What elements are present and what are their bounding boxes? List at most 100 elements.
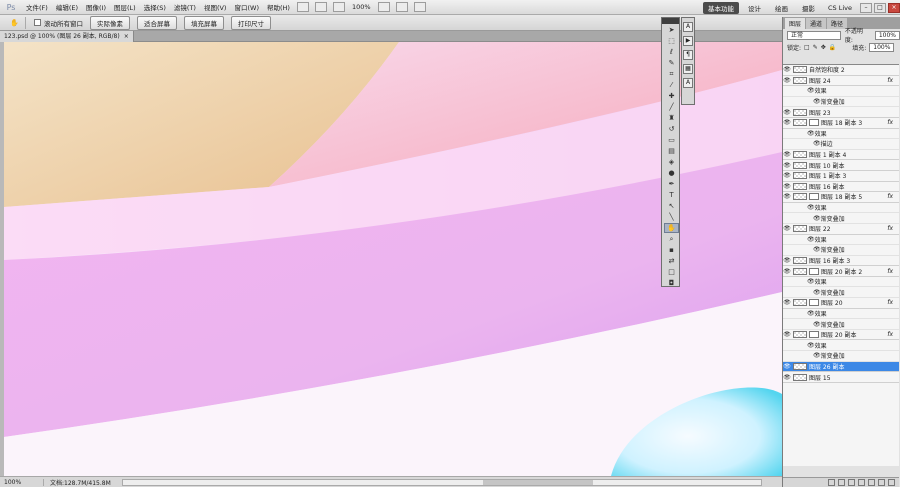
visibility-eye-icon[interactable]: 👁 [783, 256, 791, 264]
history-brush-icon[interactable]: ↺ [664, 124, 679, 134]
visibility-eye-icon[interactable]: 👁 [783, 161, 791, 169]
opacity-input[interactable]: 100% [874, 30, 900, 40]
new-layer-icon[interactable] [878, 479, 885, 486]
print-size-button[interactable]: 打印尺寸 [231, 15, 271, 30]
dodge-icon[interactable]: ● [664, 168, 679, 178]
effect-eye-icon[interactable]: 👁 [813, 98, 821, 105]
arrange-documents-icon[interactable] [395, 2, 408, 12]
healing-icon[interactable]: ✚ [664, 91, 679, 101]
visibility-eye-icon[interactable]: 👁 [783, 373, 791, 381]
paragraph-icon[interactable]: ¶ [683, 50, 693, 60]
menu-help[interactable]: 帮助(H) [263, 2, 294, 12]
shape-icon[interactable]: ╲ [664, 212, 679, 222]
zoom-level[interactable]: 100% [348, 3, 375, 11]
pen-icon[interactable]: ✒ [664, 179, 679, 189]
fx-icon[interactable]: fx [887, 225, 893, 232]
stamp-icon[interactable]: ♜ [664, 113, 679, 123]
lock-pixels-icon[interactable]: ✎ [813, 44, 818, 51]
horizontal-scrollbar[interactable] [122, 479, 762, 486]
tab-channels[interactable]: 通道 [806, 18, 827, 29]
effects-row[interactable]: 👁 效果 [783, 235, 899, 246]
layer-row[interactable]: 👁 图层 23 [783, 107, 899, 118]
layer-row[interactable]: 👁 自然饱和度 2 [783, 65, 899, 76]
fx-icon[interactable]: fx [887, 268, 893, 275]
lock-all-icon[interactable]: 🔒 [829, 44, 836, 51]
effect-eye-icon[interactable]: 👁 [807, 236, 815, 243]
visibility-eye-icon[interactable]: 👁 [783, 362, 791, 370]
effect-row[interactable]: 👁 渐变叠加 [783, 245, 899, 256]
menu-view[interactable]: 视图(V) [200, 2, 231, 12]
effects-row[interactable]: 👁 效果 [783, 277, 899, 288]
visibility-eye-icon[interactable]: 👁 [783, 151, 791, 159]
eraser-icon[interactable]: ▭ [664, 135, 679, 145]
move-icon[interactable]: ➤ [664, 25, 679, 35]
fx-icon[interactable]: fx [887, 299, 893, 306]
effects-row[interactable]: 👁 效果 [783, 203, 899, 214]
effect-eye-icon[interactable]: 👁 [807, 87, 815, 94]
workspace-essentials[interactable]: 基本功能 [702, 1, 739, 14]
tab-close-icon[interactable]: × [124, 33, 129, 40]
layer-row[interactable]: 👁 图层 1 副本 3 [783, 171, 899, 182]
hand-tool-icon[interactable] [377, 2, 390, 12]
status-zoom[interactable]: 100% [0, 478, 44, 486]
effect-row[interactable]: 👁 渐变叠加 [783, 97, 899, 108]
effects-row[interactable]: 👁 效果 [783, 309, 899, 320]
actions-icon[interactable]: ▶ [683, 36, 693, 46]
lasso-icon[interactable]: ℓ [664, 47, 679, 57]
layer-row[interactable]: 👁 图层 20 副本 fx [783, 330, 899, 341]
navigator-icon[interactable]: ▦ [683, 64, 693, 74]
type-icon[interactable]: T [664, 190, 679, 200]
effect-eye-icon[interactable]: 👁 [813, 246, 821, 253]
fx-icon[interactable]: fx [887, 193, 893, 200]
tools-panel-header[interactable] [662, 18, 679, 24]
effect-row[interactable]: 👁 描边 [783, 139, 899, 150]
layer-row[interactable]: 👁 图层 10 副本 [783, 160, 899, 171]
fill-input[interactable]: 100% [869, 42, 895, 52]
layer-row[interactable]: 👁 图层 22 fx [783, 224, 899, 235]
menu-layer[interactable]: 图层(L) [110, 2, 140, 12]
workspace-design[interactable]: 设计 [743, 2, 766, 14]
visibility-eye-icon[interactable]: 👁 [783, 331, 791, 339]
new-group-icon[interactable] [868, 479, 875, 486]
effect-row[interactable]: 👁 渐变叠加 [783, 213, 899, 224]
layer-row[interactable]: 👁 图层 26 副本 [783, 361, 899, 373]
document-tab[interactable]: 123.psd @ 100% (图层 26 副本, RGB/8) × [0, 31, 134, 42]
menu-select[interactable]: 选择(S) [140, 2, 170, 12]
quick-mask-icon[interactable]: ◘ [664, 278, 679, 288]
effect-eye-icon[interactable]: 👁 [807, 278, 815, 285]
layer-row[interactable]: 👁 图层 1 副本 4 [783, 150, 899, 161]
add-mask-icon[interactable] [848, 479, 855, 486]
default-colors-icon[interactable]: ▪ [664, 245, 679, 255]
visibility-eye-icon[interactable]: 👁 [783, 108, 791, 116]
hand-icon[interactable]: ✋ [664, 223, 679, 233]
swap-colors-icon[interactable]: ⇄ [664, 256, 679, 266]
fx-icon[interactable]: fx [887, 331, 893, 338]
hand-tool-preset-icon[interactable]: ✋ [4, 16, 26, 29]
type-settings-icon[interactable]: A [683, 78, 693, 88]
visibility-eye-icon[interactable]: 👁 [783, 119, 791, 127]
menu-window[interactable]: 窗口(W) [230, 2, 263, 12]
fx-icon[interactable]: fx [887, 119, 893, 126]
effect-eye-icon[interactable]: 👁 [813, 321, 821, 328]
brush-icon[interactable]: ╱ [664, 102, 679, 112]
visibility-eye-icon[interactable]: 👁 [783, 193, 791, 201]
character-icon[interactable]: A [683, 22, 693, 32]
fill-screen-button[interactable]: 填充屏幕 [184, 15, 224, 30]
visibility-eye-icon[interactable]: 👁 [783, 182, 791, 190]
mini-bridge-icon[interactable] [314, 2, 327, 12]
actual-pixels-button[interactable]: 实际像素 [90, 15, 130, 30]
effects-row[interactable]: 👁 效果 [783, 129, 899, 140]
visibility-eye-icon[interactable]: 👁 [783, 66, 791, 74]
layer-row[interactable]: 👁 图层 20 fx [783, 298, 899, 309]
eyedropper-icon[interactable]: ⁄ [664, 80, 679, 90]
layer-row[interactable]: 👁 图层 18 副本 3 fx [783, 118, 899, 129]
effects-row[interactable]: 👁 效果 [783, 86, 899, 97]
visibility-eye-icon[interactable]: 👁 [783, 225, 791, 233]
quick-select-icon[interactable]: ✎ [664, 58, 679, 68]
add-style-icon[interactable] [838, 479, 845, 486]
gradient-icon[interactable]: ▤ [664, 146, 679, 156]
visibility-eye-icon[interactable]: 👁 [783, 267, 791, 275]
menu-edit[interactable]: 编辑(E) [52, 2, 82, 12]
maximize-icon[interactable]: □ [874, 2, 886, 13]
foreground-color-icon[interactable]: □ [664, 267, 679, 277]
